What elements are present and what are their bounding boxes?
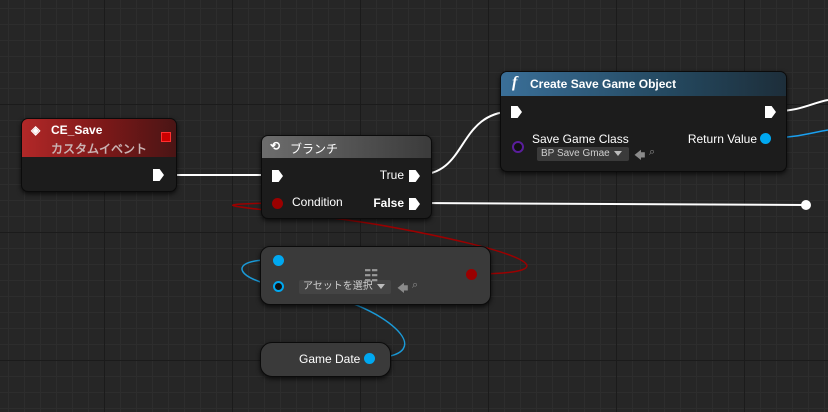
delegate-pin[interactable]: [161, 132, 171, 142]
save-game-class-label: Save Game Class: [532, 132, 629, 146]
game-date-out-pin[interactable]: [364, 353, 375, 364]
exec-wire-false-out: [416, 202, 807, 206]
chevron-down-icon: [613, 150, 622, 156]
branch-true-label: True: [379, 168, 404, 182]
branch-node-header: ⟲ ブランチ: [262, 136, 431, 158]
event-node-header: ◈ CE_Save カスタムイベント: [22, 119, 176, 157]
cast-node[interactable]: アセットを選択 🡄 ⌕ ☷: [260, 246, 491, 305]
branch-node-title: ブランチ: [290, 142, 339, 156]
save-game-class-pin[interactable]: [512, 141, 524, 153]
asset-select-value: アセットを選択: [303, 281, 373, 292]
use-selected-arrow-icon[interactable]: 🡄: [634, 147, 645, 166]
create-exec-out-pin[interactable]: [765, 106, 776, 118]
use-selected-arrow-icon[interactable]: 🡄: [397, 280, 408, 299]
game-date-label: Game Date: [299, 352, 361, 366]
branch-icon: ⟲: [270, 139, 281, 153]
branch-true-pin[interactable]: [409, 170, 420, 182]
browse-magnifier-icon[interactable]: ⌕: [412, 279, 418, 292]
cast-object-in-pin[interactable]: [273, 255, 284, 266]
false-reroute-dot[interactable]: [801, 200, 811, 210]
function-node-title: Create Save Game Object: [530, 77, 677, 91]
create-exec-in-pin[interactable]: [511, 106, 522, 118]
return-value-label: Return Value: [687, 132, 757, 146]
create-save-game-node[interactable]: f Create Save Game Object Save Game Clas…: [500, 71, 787, 172]
cast-bool-out-pin[interactable]: [466, 269, 477, 280]
branch-false-pin[interactable]: [409, 198, 420, 210]
equals-icon: ☷: [364, 268, 379, 285]
save-game-class-value: BP Save Gmae: [541, 148, 610, 159]
branch-node[interactable]: ⟲ ブランチ True Condition False: [261, 135, 432, 219]
custom-event-node[interactable]: ◈ CE_Save カスタムイベント: [21, 118, 177, 192]
branch-condition-pin[interactable]: [272, 198, 283, 209]
event-node-title: CE_Save: [51, 123, 103, 137]
branch-condition-label: Condition: [292, 195, 343, 209]
function-node-header: f Create Save Game Object: [501, 72, 786, 96]
save-game-class-dropdown[interactable]: BP Save Gmae: [537, 147, 629, 161]
game-date-variable-node[interactable]: Game Date: [260, 342, 391, 377]
branch-false-label: False: [373, 196, 404, 210]
branch-exec-in-pin[interactable]: [272, 170, 283, 182]
cast-asset-pin[interactable]: [273, 281, 284, 292]
event-diamond-icon: ◈: [31, 123, 41, 137]
browse-magnifier-icon[interactable]: ⌕: [649, 146, 655, 159]
event-node-subtitle: カスタムイベント: [51, 142, 148, 156]
event-exec-out-pin[interactable]: [153, 169, 164, 181]
return-value-pin[interactable]: [760, 133, 771, 144]
function-f-icon: f: [512, 74, 518, 91]
